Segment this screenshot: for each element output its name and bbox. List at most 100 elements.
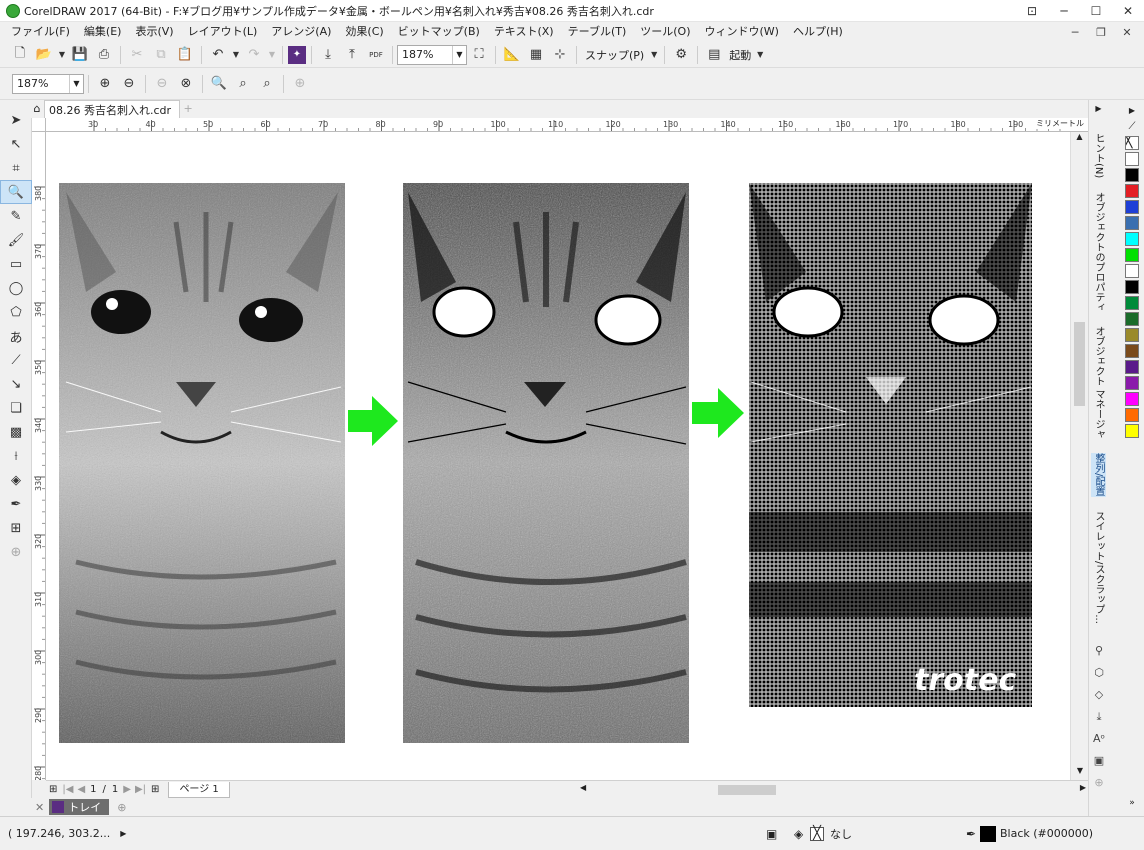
zoom-to-all-objects-icon[interactable]: ⊗ [175, 73, 197, 95]
status-arrow-icon[interactable]: ▶ [120, 829, 126, 838]
zoom-level-combo[interactable]: 187% ▼ [397, 44, 467, 65]
menu-edit[interactable]: 編集(E) [77, 22, 129, 42]
ruler-origin[interactable] [32, 118, 46, 132]
close-tray-icon[interactable]: ✕ [30, 801, 49, 814]
smart-fill-tool-icon[interactable]: ✒ [0, 492, 32, 516]
menu-effects[interactable]: 効果(C) [338, 22, 390, 42]
artistic-media-tool-icon[interactable]: 🖌 [0, 228, 32, 252]
palette-swatch[interactable] [1125, 248, 1139, 262]
eyedropper-icon[interactable]: ⟋ [1120, 121, 1144, 132]
scroll-down-icon[interactable]: ▼ [1071, 766, 1089, 780]
palette-swatch[interactable] [1125, 232, 1139, 246]
palette-swatch[interactable] [1125, 360, 1139, 374]
menu-text[interactable]: テキスト(X) [487, 22, 561, 42]
docker-object-properties[interactable]: オブジェクトのプロパティ [1091, 192, 1106, 312]
launch-dropdown-icon[interactable]: ▼ [755, 44, 765, 66]
drop-shadow-tool-icon[interactable]: ❏ [0, 396, 32, 420]
close-button[interactable]: ✕ [1112, 0, 1144, 22]
redo-icon[interactable]: ↷ [243, 44, 265, 66]
node-icon[interactable]: ⬡ [1089, 662, 1109, 684]
doc-minimize-button[interactable]: ─ [1062, 22, 1088, 42]
account-icon[interactable]: ⊡ [1016, 0, 1048, 22]
palette-swatch[interactable] [1125, 408, 1139, 422]
tag-icon[interactable]: ◇ [1089, 684, 1109, 706]
fill-bucket-icon[interactable]: ◈ [794, 827, 803, 841]
docker-object-manager[interactable]: オブジェクト マネージャ [1091, 326, 1106, 439]
docker-scrapbook[interactable]: スイレット/スクラップ... [1091, 511, 1106, 624]
menu-arrange[interactable]: アレンジ(A) [264, 22, 338, 42]
search-content-icon[interactable]: ✦ [288, 45, 306, 64]
freehand-tool-icon[interactable]: ✎ [0, 204, 32, 228]
show-rulers-icon[interactable]: 📐 [501, 44, 523, 66]
print-icon[interactable]: ⎙ [93, 44, 115, 66]
add-tool-icon[interactable]: ⊕ [0, 540, 32, 564]
scroll-right-icon[interactable]: ▶ [1080, 783, 1086, 792]
options-gear-icon[interactable]: ⚙ [670, 44, 692, 66]
prev-page-icon[interactable]: ◀ [75, 784, 87, 795]
minimize-button[interactable]: ─ [1048, 0, 1080, 22]
transparency-tool-icon[interactable]: ▩ [0, 420, 32, 444]
rectangle-tool-icon[interactable]: ▭ [0, 252, 32, 276]
docker-hints[interactable]: ヒント(N) [1091, 133, 1106, 178]
redo-dropdown-icon[interactable]: ▼ [267, 44, 277, 66]
show-guidelines-icon[interactable]: ⊹ [549, 44, 571, 66]
color-eyedropper-tool-icon[interactable]: ⟊ [0, 444, 32, 468]
undo-dropdown-icon[interactable]: ▼ [231, 44, 241, 66]
zoom-tool-icon[interactable]: 🔍 [0, 180, 32, 204]
save-icon[interactable]: 💾 [69, 44, 91, 66]
palette-swatch[interactable] [1125, 296, 1139, 310]
shape-tool-icon[interactable]: ↖ [0, 132, 32, 156]
crop-tool-icon[interactable]: ⌗ [0, 156, 32, 180]
zoom-in-icon[interactable]: ⊕ [94, 73, 116, 95]
palette-scroll-down-icon[interactable]: » [1120, 798, 1144, 808]
menu-tools[interactable]: ツール(O) [633, 22, 697, 42]
zoom-to-width-icon[interactable]: ⌕ [232, 73, 254, 95]
palette-swatch[interactable] [1125, 152, 1139, 166]
home-icon[interactable]: ⌂ [30, 100, 44, 118]
menu-bitmaps[interactable]: ビットマップ(B) [391, 22, 487, 42]
pick-tool-icon[interactable]: ➤ [0, 108, 32, 132]
horizontal-scrollbar[interactable]: ◀ ▶ [578, 782, 1088, 798]
horizontal-scroll-thumb[interactable] [718, 784, 776, 795]
mesh-fill-tool-icon[interactable]: ⊞ [0, 516, 32, 540]
palette-swatch[interactable] [1125, 184, 1139, 198]
cat-photo-grayscale[interactable] [59, 183, 345, 743]
menu-view[interactable]: 表示(V) [128, 22, 180, 42]
menu-window[interactable]: ウィンドウ(W) [698, 22, 786, 42]
zoom-to-page-icon[interactable]: 🔍 [208, 73, 230, 95]
polygon-tool-icon[interactable]: ⬠ [0, 300, 32, 324]
chevron-down-icon[interactable]: ▼ [452, 45, 466, 64]
menu-help[interactable]: ヘルプ(H) [786, 22, 850, 42]
download-icon[interactable]: ⤓ [1089, 706, 1109, 728]
tray-tab[interactable]: トレイ [49, 799, 110, 815]
outline-color-swatch[interactable] [980, 825, 996, 842]
vertical-ruler[interactable]: 380 370 360 350 340 330 320 310 300 290 280 [32, 132, 46, 780]
vertical-scroll-thumb[interactable] [1074, 322, 1085, 406]
launch-label[interactable]: 起動 [726, 47, 754, 63]
cat-photo-dithered[interactable]: trotec [749, 183, 1032, 707]
palette-arrow-icon[interactable]: ▶ [1120, 106, 1144, 115]
page-tab[interactable]: ページ 1 [168, 781, 230, 798]
export-icon[interactable]: ⤒ [341, 44, 363, 66]
maximize-button[interactable]: ☐ [1080, 0, 1112, 22]
doc-close-button[interactable]: ✕ [1114, 22, 1140, 42]
import-icon[interactable]: ⤓ [317, 44, 339, 66]
first-page-icon[interactable]: |◀ [60, 784, 75, 795]
open-dropdown-icon[interactable]: ▼ [57, 44, 67, 66]
add-tray-icon[interactable]: ⊕ [109, 801, 134, 814]
palette-swatch[interactable] [1125, 344, 1139, 358]
zoom-to-height-icon[interactable]: ⌕ [256, 73, 278, 95]
docker-align-distribute[interactable]: 整列/配置 [1091, 453, 1106, 497]
paste-icon[interactable]: 📋 [174, 44, 196, 66]
ellipse-tool-icon[interactable]: ◯ [0, 276, 32, 300]
color-proof-icon[interactable]: ▣ [766, 827, 777, 841]
menu-table[interactable]: テーブル(T) [561, 22, 634, 42]
new-document-icon[interactable]: 🗋 [9, 44, 31, 66]
palette-swatch[interactable] [1125, 392, 1139, 406]
last-page-icon[interactable]: ▶| [133, 784, 148, 795]
text-style-icon[interactable]: Aᵒ [1089, 728, 1109, 750]
palette-swatch[interactable] [1125, 280, 1139, 294]
snap-to-menu[interactable]: スナップ(P) [581, 47, 648, 63]
brush-icon[interactable]: ⚲ [1089, 640, 1109, 662]
document-tab[interactable]: 08.26 秀吉名刺入れ.cdr [44, 100, 181, 118]
